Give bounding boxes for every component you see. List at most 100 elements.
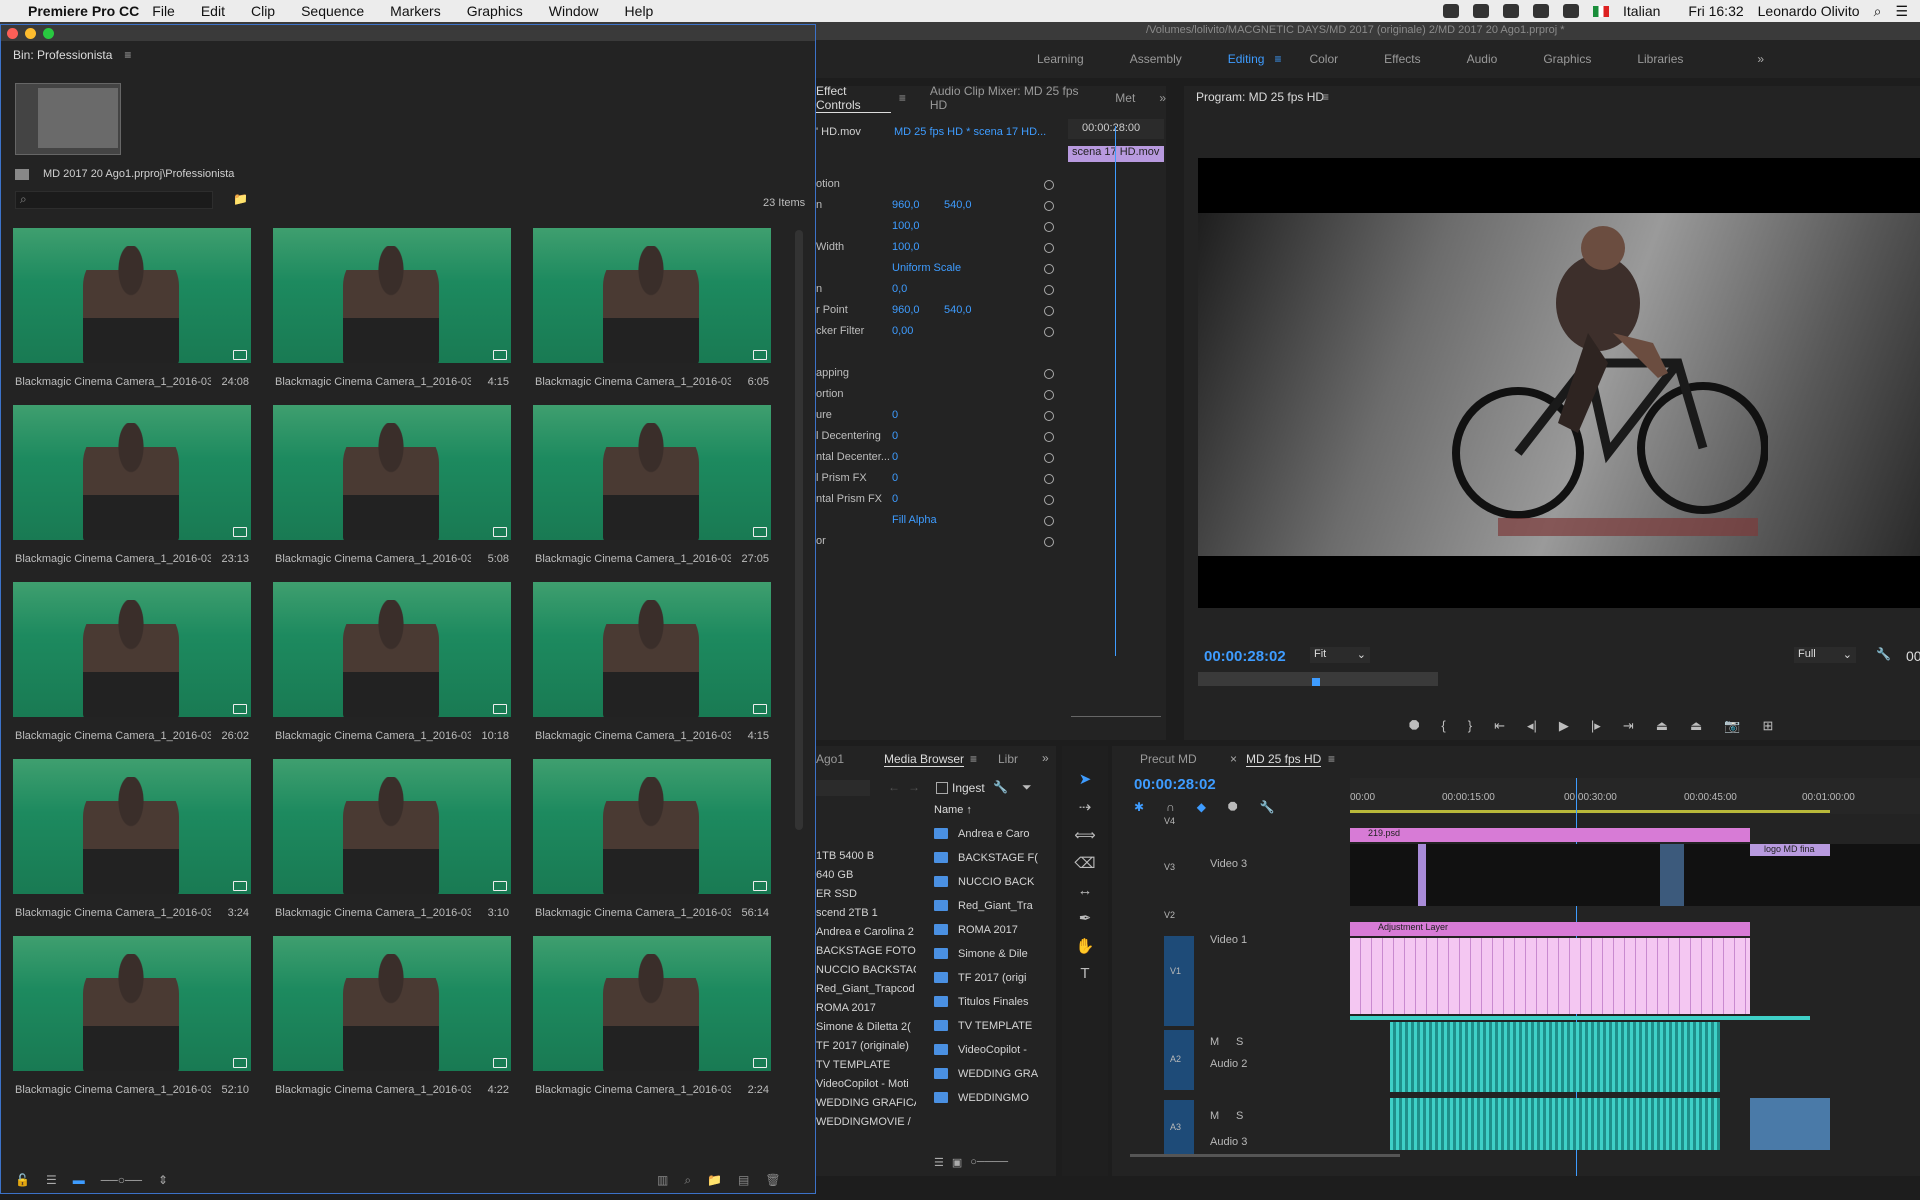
panel-menu-icon[interactable]: ≡ <box>899 91 906 105</box>
add-marker-icon[interactable]: ◆ <box>1197 800 1206 815</box>
clip-thumbnail[interactable]: Blackmagic Cinema Camera_1_2016-03-1... 2… <box>533 936 793 1113</box>
track-a2-solo[interactable]: S <box>1236 1036 1243 1048</box>
file-item[interactable]: Red_Giant_Tra <box>934 898 1054 912</box>
reset-icon[interactable] <box>1044 264 1054 274</box>
track-a2-mute[interactable]: M <box>1210 1036 1219 1048</box>
panel-menu-icon[interactable]: ≡ <box>124 48 131 62</box>
ec-playhead[interactable] <box>1115 126 1116 656</box>
file-item[interactable]: TV TEMPLATE <box>934 1018 1054 1032</box>
tab-media-browser[interactable]: Media Browser <box>884 752 965 767</box>
clip-thumbnail[interactable]: Blackmagic Cinema Camera_1_2016-03-1... 6… <box>533 228 793 405</box>
drive-item[interactable]: ROMA 2017 <box>816 1002 916 1014</box>
close-window-icon[interactable] <box>7 28 18 39</box>
sort-icon[interactable]: ⇕ <box>158 1173 168 1187</box>
ec-zoom-bar[interactable] <box>1071 716 1161 717</box>
menu-window[interactable]: Window <box>549 3 599 19</box>
track-v1-label[interactable]: V1 <box>1164 936 1194 1026</box>
automate-icon[interactable]: ▥ <box>657 1173 668 1188</box>
property-value[interactable]: 0,00 <box>892 325 913 337</box>
more-tabs-icon[interactable]: » <box>1042 751 1049 765</box>
drive-item[interactable]: WEDDING GRAFICA <box>816 1097 916 1109</box>
timeline-timecode[interactable]: 00:00:28:02 <box>1134 776 1216 793</box>
new-bin-icon[interactable]: 📁 <box>707 1173 722 1188</box>
menu-sequence[interactable]: Sequence <box>301 3 364 19</box>
razor-tool-icon[interactable]: ⌫ <box>1074 854 1095 872</box>
snap-icon[interactable]: ✱ <box>1134 800 1144 815</box>
drive-item[interactable]: WEDDINGMOVIE / <box>816 1116 916 1128</box>
tab-effect-controls[interactable]: Effect Controls <box>816 84 891 113</box>
trash-icon[interactable]: 🗑 <box>765 1173 780 1188</box>
track-a3-label[interactable]: A3 <box>1164 1100 1194 1156</box>
reset-icon[interactable] <box>1044 201 1054 211</box>
name-column-header[interactable]: Name ↑ <box>934 804 972 816</box>
reset-icon[interactable] <box>1044 222 1054 232</box>
close-tab-icon[interactable]: × <box>1230 752 1237 766</box>
go-to-out-icon[interactable]: ⇥ <box>1623 718 1634 734</box>
find-icon[interactable]: ⌕ <box>684 1173 691 1188</box>
track-a3-mute[interactable]: M <box>1210 1110 1219 1122</box>
play-icon[interactable]: ▶ <box>1559 718 1569 734</box>
add-marker-icon[interactable]: ⯃ <box>1409 718 1419 734</box>
clip-thumbnail[interactable]: Blackmagic Cinema Camera_1_2016-03-1... 4… <box>533 582 793 759</box>
thumbnail-view-icon[interactable]: ▣ <box>952 1156 962 1169</box>
export-frame-icon[interactable]: 📷 <box>1724 718 1740 734</box>
hand-tool-icon[interactable]: ✋ <box>1076 937 1095 955</box>
mark-out-icon[interactable]: } <box>1468 718 1472 734</box>
drive-item[interactable]: ER SSD <box>816 888 916 900</box>
clip-v1-group[interactable] <box>1350 938 1750 1014</box>
clip-thumbnail[interactable]: Blackmagic Cinema Camera_1_2016-03-1... 5… <box>273 405 533 582</box>
list-view-icon[interactable]: ☰ <box>46 1173 57 1187</box>
workspace-effects[interactable]: Effects <box>1384 48 1420 70</box>
pen-tool-icon[interactable]: ✒ <box>1079 909 1092 927</box>
menu-markers[interactable]: Markers <box>390 3 441 19</box>
property-value[interactable]: 0 <box>892 472 898 484</box>
wrench-icon[interactable]: 🔧 <box>993 780 1008 794</box>
file-item[interactable]: ROMA 2017 <box>934 922 1054 936</box>
go-to-in-icon[interactable]: ⇤ <box>1494 718 1505 734</box>
work-area-bar[interactable] <box>1350 810 1830 813</box>
status-icon[interactable] <box>1443 4 1460 18</box>
file-item[interactable]: VideoCopilot - <box>934 1042 1054 1056</box>
lock-icon[interactable]: 🔓 <box>15 1173 30 1187</box>
property-value[interactable]: 0,0 <box>892 283 907 295</box>
reset-icon[interactable] <box>1044 516 1054 526</box>
clip-thumbnail[interactable]: Blackmagic Cinema Camera_1_2016-03-1... 3… <box>13 759 273 936</box>
reset-icon[interactable] <box>1044 390 1054 400</box>
clip-thumbnail[interactable]: Blackmagic Cinema Camera_1_2016-03-... 27… <box>533 405 793 582</box>
clip-thumbnail[interactable]: Blackmagic Cinema Camera_1_2016-03-... 10… <box>273 582 533 759</box>
file-item[interactable]: Andrea e Caro <box>934 826 1054 840</box>
file-item[interactable]: WEDDING GRA <box>934 1066 1054 1080</box>
property-value[interactable]: Fill Alpha <box>892 514 937 526</box>
clip-thumbnail[interactable]: Blackmagic Cinema Camera_1_2016-03-1... 3… <box>273 759 533 936</box>
reset-icon[interactable] <box>1044 327 1054 337</box>
status-icon[interactable] <box>1503 4 1520 18</box>
workspace-color[interactable]: Color <box>1309 48 1338 70</box>
program-title[interactable]: Program: MD 25 fps HD <box>1196 90 1324 104</box>
ingest-checkbox[interactable] <box>936 782 948 794</box>
reset-icon[interactable] <box>1044 432 1054 442</box>
file-item[interactable]: WEDDINGMO <box>934 1090 1054 1104</box>
menu-graphics[interactable]: Graphics <box>467 3 523 19</box>
timeline-scroll-bar[interactable] <box>1130 1154 1400 1157</box>
workspace-audio[interactable]: Audio <box>1467 48 1498 70</box>
menu-clip[interactable]: Clip <box>251 3 275 19</box>
drive-item[interactable]: NUCCIO BACKSTAG <box>816 964 916 976</box>
button-editor-icon[interactable]: ⊞ <box>1763 718 1774 734</box>
file-item[interactable]: Titulos Finales <box>934 994 1054 1008</box>
icon-view-icon[interactable]: ▬ <box>73 1173 85 1187</box>
list-icon[interactable]: ☰ <box>1895 3 1908 20</box>
drive-item[interactable]: VideoCopilot - Moti <box>816 1078 916 1090</box>
drive-item[interactable]: 1TB 5400 B <box>816 850 916 862</box>
drive-item[interactable]: BACKSTAGE FOTO / <box>816 945 916 957</box>
clip-logo[interactable]: logo MD fina <box>1750 844 1830 856</box>
tab-audio-clip-mixer[interactable]: Audio Clip Mixer: MD 25 fps HD <box>930 84 1091 112</box>
drive-item[interactable]: Red_Giant_Trapcod <box>816 983 916 995</box>
file-item[interactable]: NUCCIO BACK <box>934 874 1054 888</box>
zoom-slider[interactable]: ○──── <box>970 1156 1008 1169</box>
bluetooth-icon[interactable] <box>1533 4 1550 18</box>
reset-icon[interactable] <box>1044 369 1054 379</box>
ec-mini-timeline[interactable]: 00:00:28:00 <box>1068 119 1164 139</box>
clip-v3[interactable] <box>1418 844 1426 906</box>
settings-wrench-icon[interactable]: 🔧 <box>1260 800 1275 815</box>
extract-icon[interactable]: ⏏ <box>1690 718 1702 734</box>
